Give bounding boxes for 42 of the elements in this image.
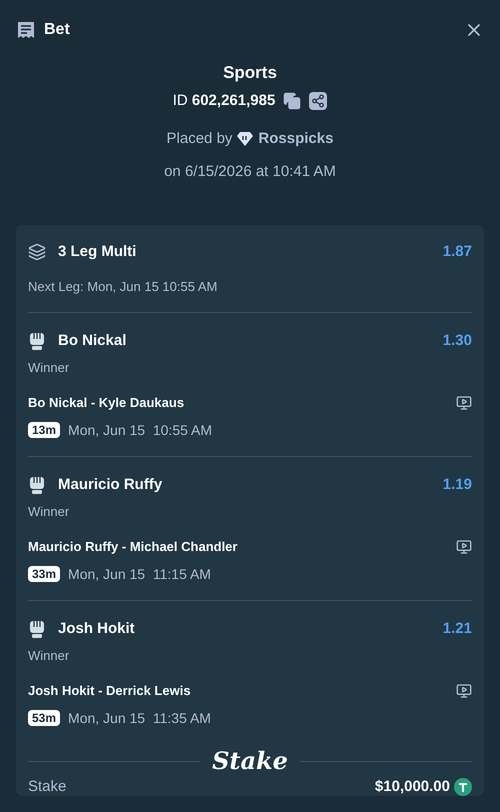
live-stream-icon[interactable]: [456, 395, 472, 411]
fist-icon: [28, 331, 46, 351]
time-badge: 33m: [28, 566, 60, 582]
bet-category: Sports: [223, 62, 277, 84]
market-name: Winner: [28, 504, 70, 520]
placed-by-label: Placed by: [166, 129, 232, 149]
copy-button[interactable]: [283, 92, 302, 110]
event-date: Mon, Jun 15 10:55 AM: [68, 421, 212, 439]
time-badge: 13m: [28, 422, 60, 438]
leg-odds: 1.19: [442, 476, 472, 494]
event-name[interactable]: Josh Hokit - Derrick Lewis: [28, 683, 191, 699]
fighter-name: Josh Hokit: [58, 620, 135, 638]
fist-icon: [28, 475, 46, 495]
event-date: Mon, Jun 15 11:35 AM: [68, 709, 211, 727]
time-badge: 53m: [28, 710, 60, 726]
dialog-title: Bet: [44, 20, 70, 40]
bet-id: ID 602,261,985: [172, 90, 276, 110]
fighter-name: Bo Nickal: [58, 332, 126, 350]
fighter-name: Mauricio Ruffy: [58, 476, 162, 494]
layers-icon: [28, 243, 46, 261]
leg-odds: 1.30: [442, 332, 472, 350]
brand-logo: Stake: [212, 746, 288, 776]
receipt-icon: [16, 20, 36, 40]
stake-label: Stake: [28, 778, 66, 796]
leg-odds: 1.21: [442, 620, 472, 638]
event-date: Mon, Jun 15 11:15 AM: [68, 565, 211, 583]
total-odds: 1.87: [442, 243, 472, 261]
multi-title: 3 Leg Multi: [58, 243, 136, 261]
coin-icon: [454, 778, 472, 796]
share-button[interactable]: [309, 92, 328, 110]
user-name[interactable]: Rosspicks: [258, 128, 334, 150]
market-name: Winner: [28, 648, 70, 664]
next-leg: Next Leg: Mon, Jun 15 10:55 AM: [28, 279, 218, 295]
stake-amount: $10,000.00: [374, 778, 450, 796]
event-name[interactable]: Mauricio Ruffy - Michael Chandler: [28, 539, 238, 555]
live-stream-icon[interactable]: [456, 683, 472, 699]
diamond-icon: [236, 131, 254, 148]
placed-date: on 6/15/2026 at 10:41 AM: [164, 162, 336, 182]
live-stream-icon[interactable]: [456, 539, 472, 555]
fist-icon: [28, 619, 46, 639]
event-name[interactable]: Bo Nickal - Kyle Daukaus: [28, 395, 184, 411]
market-name: Winner: [28, 360, 70, 376]
